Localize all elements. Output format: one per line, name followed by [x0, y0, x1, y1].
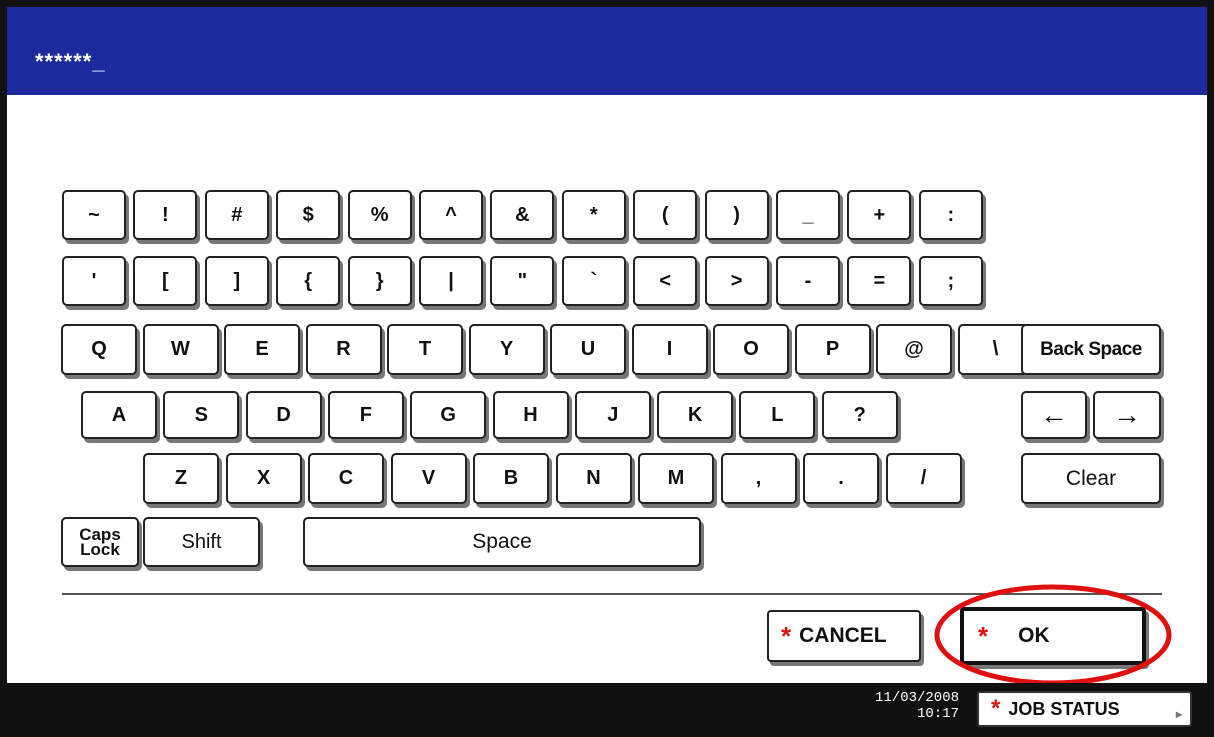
password-input-field[interactable]: ******_ [35, 49, 106, 75]
key-row5-9[interactable]: / [885, 453, 962, 504]
arrow-right-icon: ▸ [1175, 707, 1182, 721]
status-bar: 11/03/2008 10:17 * JOB STATUS ▸ [7, 683, 1207, 733]
key-row5-0[interactable]: Z [143, 453, 219, 504]
backspace-key[interactable]: Back Space [1021, 324, 1161, 375]
key-row3-4[interactable]: T [387, 324, 463, 375]
key-row1-3[interactable]: $ [276, 190, 341, 240]
arrow-left-key[interactable]: ← [1021, 391, 1087, 439]
key-row3-7[interactable]: I [631, 324, 708, 375]
star-icon: * [781, 620, 792, 651]
key-row1-1[interactable]: ! [133, 190, 198, 240]
key-row4-3[interactable]: F [327, 391, 404, 439]
key-row1-6[interactable]: & [490, 190, 555, 240]
key-row2-4[interactable]: } [347, 256, 412, 306]
key-row5-8[interactable]: . [803, 453, 879, 504]
key-row3-0[interactable]: Q [61, 324, 137, 375]
time-text: 10:17 [916, 706, 959, 722]
key-row5-4[interactable]: B [473, 453, 549, 504]
key-row2-10[interactable]: - [776, 256, 840, 306]
key-row1-8[interactable]: ( [633, 190, 698, 240]
key-row4-8[interactable]: L [739, 391, 816, 439]
key-row5-2[interactable]: C [308, 453, 384, 504]
key-row4-9[interactable]: ? [821, 391, 898, 439]
keyboard-dialog: ******_ ~! # $% ^ & *() _ +: '[]{} | " ` < > - =; Q W E R T Y… [7, 7, 1207, 733]
key-row2-3[interactable]: { [276, 256, 341, 306]
key-row4-6[interactable]: J [574, 391, 651, 439]
key-row4-0[interactable]: A [81, 391, 157, 439]
key-row2-7[interactable]: ` [561, 256, 626, 306]
divider [62, 593, 1162, 595]
key-row5-3[interactable]: V [390, 453, 467, 504]
key-row2-6[interactable]: " [490, 256, 555, 306]
key-row1-2[interactable]: # [204, 190, 269, 240]
key-row5-1[interactable]: X [225, 453, 302, 504]
input-display-bar: ******_ [7, 7, 1207, 95]
key-row3-2[interactable]: E [224, 324, 300, 375]
clear-key[interactable]: Clear [1021, 453, 1161, 504]
key-row3-6[interactable]: U [550, 324, 626, 375]
key-row2-11[interactable]: = [847, 256, 912, 306]
datetime-display: 11/03/2008 10:17 [875, 690, 959, 722]
key-row4-5[interactable]: H [492, 391, 569, 439]
shift-key[interactable]: Shift [143, 517, 260, 567]
key-row1-10[interactable]: _ [776, 190, 840, 240]
key-row2-2[interactable]: ] [204, 256, 269, 306]
key-row1-7[interactable]: * [561, 190, 626, 240]
star-icon: * [978, 620, 989, 651]
ok-label: OK [1018, 624, 1050, 647]
job-status-button[interactable]: * JOB STATUS ▸ [977, 691, 1192, 727]
cancel-button[interactable]: * CANCEL [767, 610, 921, 662]
key-row1-0[interactable]: ~ [62, 190, 126, 240]
key-row1-9[interactable]: ) [704, 190, 769, 240]
ok-button[interactable]: * OK [960, 607, 1146, 665]
key-row3-8[interactable]: O [713, 324, 789, 375]
key-row3-10[interactable]: @ [876, 324, 952, 375]
star-icon: * [991, 695, 1001, 722]
key-row2-8[interactable]: < [633, 256, 698, 306]
key-row2-9[interactable]: > [704, 256, 769, 306]
key-row4-4[interactable]: G [410, 391, 487, 439]
key-row5-5[interactable]: N [555, 453, 632, 504]
key-row1-12[interactable]: : [918, 190, 983, 240]
key-row3-1[interactable]: W [142, 324, 219, 375]
key-row3-5[interactable]: Y [468, 324, 545, 375]
key-row1-4[interactable]: % [347, 190, 412, 240]
job-status-label: JOB STATUS [1008, 698, 1120, 719]
arrow-right-key[interactable]: → [1093, 391, 1161, 439]
date-text: 11/03/2008 [874, 690, 959, 706]
key-row4-7[interactable]: K [657, 391, 734, 439]
space-key[interactable]: Space [303, 517, 701, 567]
key-row3-9[interactable]: P [794, 324, 871, 375]
cancel-label: CANCEL [799, 624, 887, 647]
key-row4-1[interactable]: S [163, 391, 240, 439]
key-row2-5[interactable]: | [419, 256, 483, 306]
key-row4-2[interactable]: D [245, 391, 322, 439]
key-row2-12[interactable]: ; [918, 256, 983, 306]
key-row1-11[interactable]: + [847, 190, 912, 240]
caps-lock-key[interactable]: Caps Lock [61, 517, 139, 567]
key-row2-0[interactable]: ' [62, 256, 126, 306]
key-row5-6[interactable]: M [638, 453, 714, 504]
key-row5-7[interactable]: , [720, 453, 797, 504]
key-row2-1[interactable]: [ [133, 256, 198, 306]
key-row3-3[interactable]: R [305, 324, 382, 375]
key-row1-5[interactable]: ^ [419, 190, 483, 240]
